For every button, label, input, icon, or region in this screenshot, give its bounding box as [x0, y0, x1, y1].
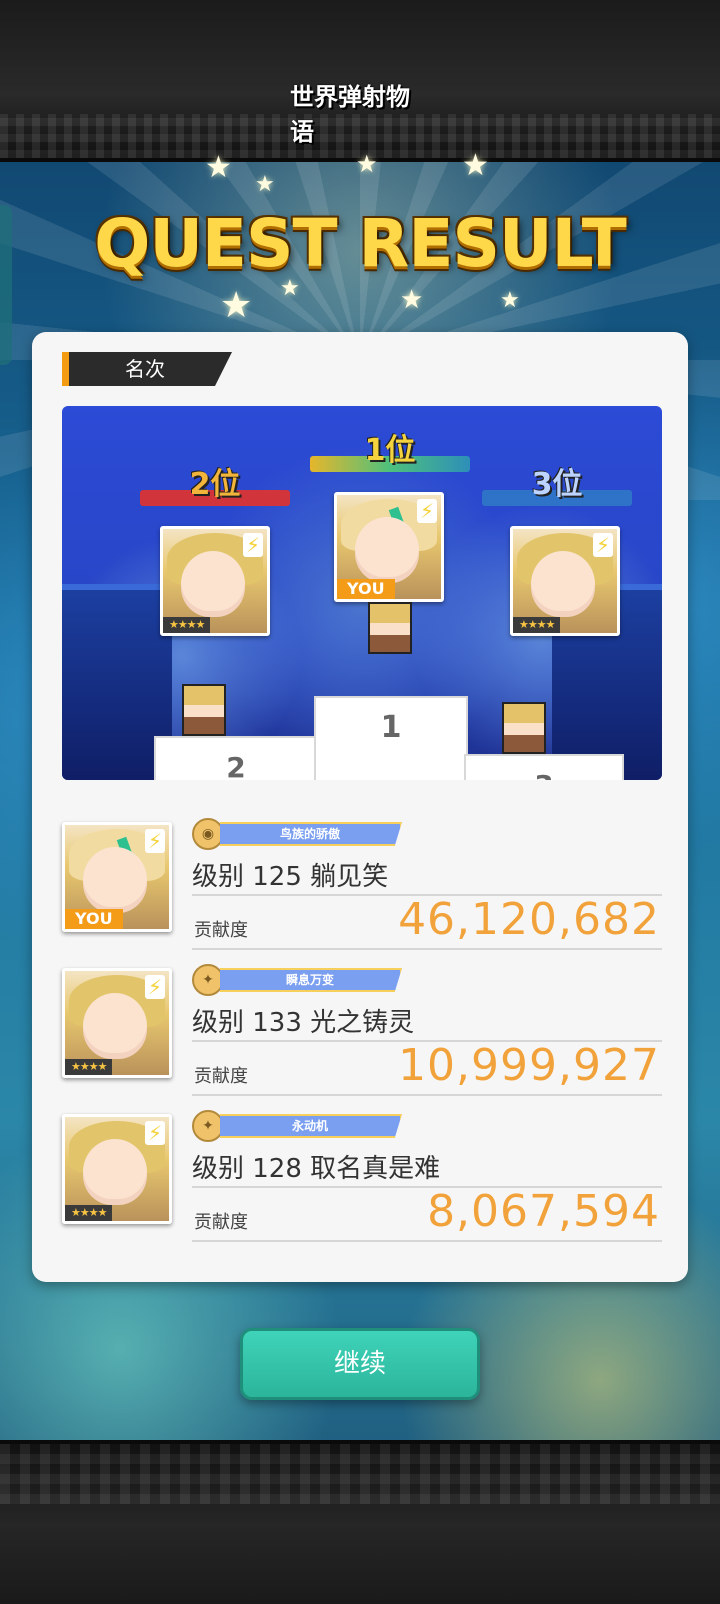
- player-name: 级别 128 取名真是难: [192, 1154, 441, 1184]
- continue-button[interactable]: 继续: [240, 1328, 480, 1400]
- podium-step-1: 1: [314, 696, 468, 780]
- contribution-value: 8,067,594: [427, 1186, 660, 1237]
- contribution-label: 贡献度: [194, 920, 248, 941]
- star-icon: ★: [500, 288, 520, 313]
- star-icon: ★: [205, 150, 232, 185]
- pixel-character-sprite: [502, 702, 546, 754]
- character-face: [83, 847, 147, 913]
- podium-step-2: 2: [154, 736, 318, 780]
- divider: [192, 1094, 662, 1096]
- contribution-label: 贡献度: [194, 1212, 248, 1233]
- lightning-icon: ⚡: [417, 499, 437, 523]
- bottom-bar: [0, 1440, 720, 1604]
- player-name: 级别 125 躺见笑: [192, 862, 389, 892]
- rarity-stars: ★★★★: [65, 1059, 113, 1075]
- player-portrait[interactable]: ⚡ ★★★★: [62, 1114, 172, 1224]
- result-row: ⚡ YOU ◉ 鸟族的骄傲 级别 125 躺见笑 贡献度 46,120,682: [62, 818, 662, 954]
- guild-name: 鸟族的骄傲: [220, 822, 402, 846]
- guild-name: 瞬息万变: [220, 968, 402, 992]
- star-icon: ★: [462, 148, 489, 183]
- lightning-icon: ⚡: [145, 975, 165, 999]
- guild-emblem-icon: ✦: [192, 964, 224, 996]
- contribution-value: 46,120,682: [398, 894, 660, 945]
- page-title: QUEST RESULT: [94, 205, 627, 282]
- star-icon: ★: [356, 150, 378, 178]
- divider: [192, 948, 662, 950]
- rank-2-label: 2位: [189, 467, 241, 502]
- star-icon: ★: [255, 172, 275, 197]
- lightning-icon: ⚡: [243, 533, 263, 557]
- guild-name: 永动机: [220, 1114, 402, 1138]
- character-face: [83, 993, 147, 1059]
- guild-emblem-icon: ✦: [192, 1110, 224, 1142]
- rank-3-banner: 3位: [482, 467, 632, 506]
- guild-tag: ✦ 永动机: [192, 1110, 402, 1142]
- bottom-bar-pattern: [0, 1444, 720, 1504]
- lightning-icon: ⚡: [145, 1121, 165, 1145]
- guild-tag: ✦ 瞬息万变: [192, 964, 402, 996]
- result-panel: 名次 1位 2位 3位 ⚡ YOU ⚡ ★★★★ ⚡ ★★★★ 2 1 ⚡ YO…: [32, 332, 688, 1282]
- rank-3-portrait[interactable]: ⚡ ★★★★: [510, 526, 620, 636]
- player-name: 级别 133 光之铸灵: [192, 1008, 415, 1038]
- pixel-character-sprite: [368, 602, 412, 654]
- rank-2-portrait[interactable]: ⚡ ★★★★: [160, 526, 270, 636]
- rank-3-label: 3位: [531, 467, 583, 502]
- character-face: [83, 1139, 147, 1205]
- lightning-icon: ⚡: [593, 533, 613, 557]
- guild-tag: ◉ 鸟族的骄傲: [192, 818, 402, 850]
- contribution-value: 10,999,927: [398, 1040, 660, 1091]
- character-face: [531, 551, 595, 617]
- rarity-stars: ★★★★: [65, 1205, 113, 1221]
- rank-1-banner: 1位: [310, 433, 470, 472]
- rank-2-banner: 2位: [140, 467, 290, 506]
- rank-1-portrait[interactable]: ⚡ YOU: [334, 492, 444, 602]
- player-portrait[interactable]: ⚡ YOU: [62, 822, 172, 932]
- section-label: 名次: [62, 352, 232, 386]
- character-face: [181, 551, 245, 617]
- character-face: [355, 517, 419, 583]
- star-icon: ★: [400, 285, 424, 315]
- rank-1-label: 1位: [364, 433, 416, 468]
- rarity-stars: ★★★★: [513, 617, 561, 633]
- podium-step-3: 3: [464, 754, 624, 780]
- result-row: ⚡ ★★★★ ✦ 瞬息万变 级别 133 光之铸灵 贡献度 10,999,927: [62, 964, 662, 1100]
- divider: [192, 1240, 662, 1242]
- game-logo: 世界弹射物语: [290, 83, 410, 146]
- you-badge: YOU: [337, 579, 395, 599]
- player-portrait[interactable]: ⚡ ★★★★: [62, 968, 172, 1078]
- contribution-label: 贡献度: [194, 1066, 248, 1087]
- guild-emblem-icon: ◉: [192, 818, 224, 850]
- lightning-icon: ⚡: [145, 829, 165, 853]
- rarity-stars: ★★★★: [163, 617, 211, 633]
- you-badge: YOU: [65, 909, 123, 929]
- pixel-character-sprite: [182, 684, 226, 736]
- podium-scene: 1位 2位 3位 ⚡ YOU ⚡ ★★★★ ⚡ ★★★★ 2 1: [62, 406, 662, 780]
- top-bar: 世界弹射物语: [0, 0, 720, 162]
- star-icon: ★: [220, 285, 253, 326]
- result-row: ⚡ ★★★★ ✦ 永动机 级别 128 取名真是难 贡献度 8,067,594: [62, 1110, 662, 1246]
